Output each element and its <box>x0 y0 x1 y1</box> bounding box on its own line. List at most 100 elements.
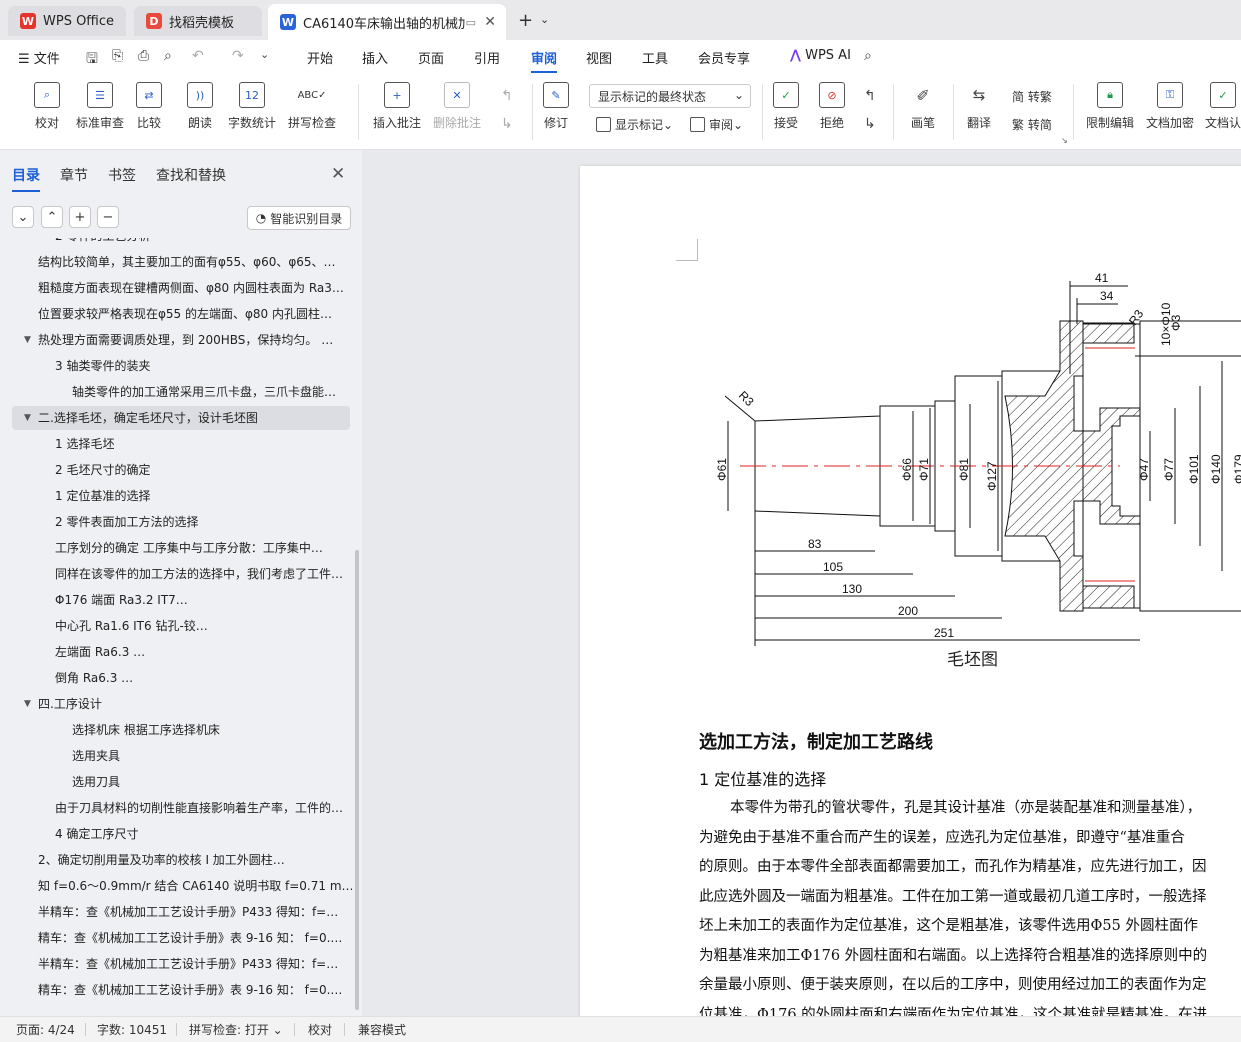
std-review-button[interactable]: ☰ 标准审查 <box>76 82 124 131</box>
word-count-button[interactable]: 12 字数统计 <box>228 82 276 131</box>
document-page[interactable]: 41 34 R3 10×Φ10 Φ3 R3 83 105 130 200 251… <box>580 166 1241 1016</box>
toc-item[interactable]: ▼ 四.工序设计 <box>0 692 352 716</box>
reject-button[interactable]: ⊘ 拒绝 <box>819 82 845 131</box>
next-change-icon[interactable]: ↳ <box>864 116 876 132</box>
expand-arrow-icon[interactable]: ▼ <box>24 692 31 716</box>
toc-item[interactable]: 2 零件表面加工方法的选择 <box>0 510 352 534</box>
expand-up-button[interactable]: ⌃ <box>41 206 63 228</box>
toc-item[interactable]: 选用夹具 <box>0 744 352 768</box>
ribbon-expand-icon[interactable]: ↘ <box>1061 136 1068 145</box>
tab-chapter[interactable]: 章节 <box>60 165 88 192</box>
menu-member[interactable]: 会员专享 <box>698 48 750 67</box>
review-pane-button[interactable]: 审阅 ⌄ <box>690 116 743 133</box>
toc-item[interactable]: 倒角 Ra6.3 … <box>0 666 352 690</box>
toc-item[interactable]: 2 毛坯尺寸的确定 <box>0 458 352 482</box>
spell-check-button[interactable]: ABC✓ 拼写检查 <box>288 82 336 131</box>
pane-scrollbar[interactable] <box>355 550 359 1010</box>
collapse-all-button[interactable]: ⌄ <box>12 206 34 228</box>
pen-button[interactable]: ✐ 画笔 <box>910 82 936 131</box>
markup-state-select[interactable]: 显示标记的最终状态 ⌄ <box>589 84 751 108</box>
expand-arrow-icon[interactable]: ▼ <box>24 406 31 430</box>
menu-reference[interactable]: 引用 <box>474 48 500 67</box>
file-menu[interactable]: ☰ 文件 <box>18 48 60 67</box>
toc-item[interactable]: 结构比较简单，其主要加工的面有φ55、φ60、φ65、… <box>0 250 352 274</box>
insert-comment-button[interactable]: + 插入批注 <box>373 82 421 131</box>
spell-check-status[interactable]: 拼写检查: 打开 ⌄ <box>189 1021 283 1038</box>
to-traditional-button[interactable]: 简 转繁 <box>1012 88 1052 105</box>
toc-item[interactable]: 选用刀具 <box>0 770 352 794</box>
toc-item[interactable]: 2、确定切削用量及功率的校核 I 加工外圆柱… <box>0 848 352 872</box>
menu-page[interactable]: 页面 <box>418 48 444 67</box>
menu-start[interactable]: 开始 <box>307 48 333 67</box>
revise-button[interactable]: ✎ 修订 <box>543 82 569 131</box>
read-aloud-button[interactable]: )) 朗读 <box>187 82 213 131</box>
new-tab-icon[interactable]: + <box>518 10 533 31</box>
proof-button[interactable]: ⌕ 校对 <box>34 82 60 131</box>
undo-icon[interactable]: ↶ <box>192 48 204 64</box>
prev-change-icon[interactable]: ↰ <box>864 88 876 104</box>
quick-access-dropdown-icon[interactable]: ⌄ <box>260 48 269 61</box>
close-pane-icon[interactable]: ✕ <box>331 164 345 184</box>
tab-document[interactable]: W CA6140车床输出轴的机械加工 ▭ ✕ <box>268 4 506 40</box>
translate-button[interactable]: ⇆ 翻译 <box>966 82 992 131</box>
toc-item[interactable]: 知 f=0.6～0.9mm/r 结合 CA6140 说明书取 f=0.71 m… <box>0 874 352 898</box>
delete-comment-button[interactable]: ✕ 删除批注 <box>433 82 481 131</box>
remove-heading-button[interactable]: − <box>97 206 119 228</box>
compare-button[interactable]: ⇄ 比较 <box>136 82 162 131</box>
toc-item[interactable]: 1 定位基准的选择 <box>0 484 352 508</box>
print-preview-icon[interactable]: ⌕ <box>164 48 172 64</box>
toc-item[interactable]: 轴类零件的加工通常采用三爪卡盘，三爪卡盘能… <box>0 380 352 404</box>
toc-item[interactable]: 精车：查《机械加工工艺设计手册》表 9-16 知： f=0.… <box>0 926 352 950</box>
show-markup-button[interactable]: 显示标记 ⌄ <box>596 116 673 133</box>
toc-item[interactable]: 由于刀具材料的切削性能直接影响着生产率，工件的… <box>0 796 352 820</box>
tab-find-replace[interactable]: 查找和替换 <box>156 165 226 192</box>
toc-item[interactable]: 1 选择毛坯 <box>0 432 352 456</box>
toc-item[interactable]: 半精车：查《机械加工工艺设计手册》P433 得知：f=… <box>0 952 352 976</box>
toc-item[interactable]: 位置要求较严格表现在φ55 的左端面、φ80 内孔圆柱… <box>0 302 352 326</box>
tab-bookmark[interactable]: 书签 <box>108 165 136 192</box>
menu-insert[interactable]: 插入 <box>362 48 388 67</box>
to-simplified-button[interactable]: 繁 转简 <box>1012 116 1052 133</box>
word-count-status[interactable]: 字数: 10451 <box>97 1021 167 1038</box>
menu-view[interactable]: 视图 <box>586 48 612 67</box>
prev-comment-icon[interactable]: ↰ <box>501 88 513 104</box>
print-icon[interactable]: ⎙ <box>138 48 149 64</box>
compat-mode-status[interactable]: 兼容模式 <box>358 1021 406 1038</box>
toc-item[interactable]: Φ176 端面 Ra3.2 IT7… <box>0 588 352 612</box>
toc-item[interactable]: 3 轴类零件的装夹 <box>0 354 352 378</box>
toc-item[interactable]: 工序划分的确定 工序集中与工序分散：工序集中… <box>0 536 352 560</box>
next-comment-icon[interactable]: ↳ <box>501 116 513 132</box>
redo-icon[interactable]: ↷ <box>232 48 244 64</box>
toc-item[interactable]: 同样在该零件的加工方法的选择中，我们考虑了工件… <box>0 562 352 586</box>
toc-item[interactable]: 中心孔 Ra1.6 IT6 钻孔-铰… <box>0 614 352 638</box>
expand-arrow-icon[interactable]: ▼ <box>24 328 31 352</box>
wps-ai-button[interactable]: ⋀ WPS AI <box>790 48 851 63</box>
smart-toc-button[interactable]: ◔ 智能识别目录 <box>247 206 351 230</box>
save-icon[interactable]: 🖫 <box>86 48 98 72</box>
toc-item[interactable]: 4 确定工序尺寸 <box>0 822 352 846</box>
menu-review[interactable]: 审阅 <box>531 48 558 73</box>
close-tab-icon[interactable]: ✕ <box>484 14 496 30</box>
toc-item[interactable]: 2 零件的工艺分析 <box>0 238 352 248</box>
chevron-down-icon[interactable]: ⌄ <box>540 13 549 26</box>
toc-item[interactable]: ▼ 热处理方面需要调质处理，到 200HBS，保持均匀。 … <box>0 328 352 352</box>
toc-item[interactable]: 精车：查《机械加工工艺设计手册》表 9-16 知： f=0.… <box>0 978 352 1002</box>
monitor-icon[interactable]: ▭ <box>466 16 476 29</box>
toc-item[interactable]: 粗糙度方面表现在键槽两侧面、φ80 内圆柱表面为 Ra3… <box>0 276 352 300</box>
tab-wps-office[interactable]: W WPS Office <box>8 6 126 36</box>
encrypt-button[interactable]: ⚿ 文档加密 <box>1146 82 1194 131</box>
accept-button[interactable]: ✓ 接受 <box>773 82 799 131</box>
menu-tools[interactable]: 工具 <box>642 48 668 67</box>
search-icon[interactable]: ⌕ <box>864 48 872 64</box>
page-indicator[interactable]: 页面: 4/24 <box>16 1021 75 1038</box>
add-heading-button[interactable]: + <box>69 206 91 228</box>
restrict-edit-button[interactable]: 🔒︎ 限制编辑 <box>1086 82 1134 131</box>
doc-auth-button[interactable]: ✓ 文档认 <box>1205 82 1241 131</box>
toc-item[interactable]: ▼ 二.选择毛坯，确定毛坯尺寸，设计毛坯图 <box>12 406 350 430</box>
proof-status[interactable]: 校对 <box>308 1021 332 1038</box>
export-icon[interactable]: ⎘ <box>112 48 123 64</box>
tab-toc[interactable]: 目录 <box>12 165 40 192</box>
toc-item[interactable]: 选择机床 根据工序选择机床 <box>0 718 352 742</box>
toc-item[interactable]: 左端面 Ra6.3 … <box>0 640 352 664</box>
tab-docer[interactable]: D 找稻壳模板 <box>134 6 262 36</box>
